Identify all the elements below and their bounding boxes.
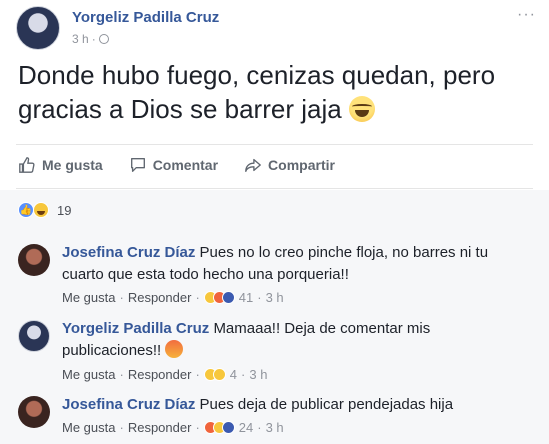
commenter-avatar[interactable] bbox=[18, 396, 50, 428]
post-body: Donde hubo fuego, cenizas quedan, pero g… bbox=[18, 60, 496, 124]
comment-body: Yorgeliz Padilla Cruz Mamaaa!! Deja de c… bbox=[62, 318, 532, 362]
comment-reactions[interactable] bbox=[203, 421, 235, 434]
comment-time[interactable]: 3 h bbox=[249, 367, 267, 382]
comment-reactions[interactable] bbox=[203, 368, 226, 381]
commenter-name[interactable]: Josefina Cruz Díaz bbox=[62, 244, 195, 261]
comment-reactions[interactable] bbox=[203, 291, 235, 304]
comment-meta: Me gusta · Responder · 41 · 3 h bbox=[62, 290, 284, 305]
like-label: Me gusta bbox=[42, 157, 103, 173]
sad-reaction-icon bbox=[221, 421, 235, 434]
haha-reaction-icon bbox=[33, 202, 49, 218]
comment-button[interactable]: Comentar bbox=[129, 156, 218, 174]
separator-dot: · bbox=[195, 420, 200, 435]
like-reaction-icon: 👍 bbox=[18, 202, 34, 218]
share-label: Compartir bbox=[268, 157, 335, 173]
separator-dot: · bbox=[119, 367, 124, 382]
comment-reactions-count: 4 bbox=[229, 367, 238, 382]
post-time[interactable]: 3 h bbox=[72, 32, 89, 46]
comment-reply-link[interactable]: Responder bbox=[128, 367, 192, 382]
separator-dot: · bbox=[119, 420, 124, 435]
separator-dot: · bbox=[119, 290, 124, 305]
separator-dot: · bbox=[195, 367, 200, 382]
sad-reaction-icon bbox=[221, 291, 235, 304]
comment-time[interactable]: 3 h bbox=[266, 290, 284, 305]
comment-meta: Me gusta · Responder · 24 · 3 h bbox=[62, 420, 284, 435]
comment-body: Josefina Cruz Díaz Pues no lo creo pinch… bbox=[62, 242, 532, 286]
comment-reactions-count: 41 bbox=[238, 290, 254, 305]
comment-like-link[interactable]: Me gusta bbox=[62, 290, 115, 305]
divider bbox=[16, 144, 533, 145]
comment-like-link[interactable]: Me gusta bbox=[62, 420, 115, 435]
post-header: Yorgeliz Padilla Cruz 3 h · ··· bbox=[16, 6, 536, 50]
author-avatar[interactable] bbox=[16, 6, 60, 50]
comment-time[interactable]: 3 h bbox=[266, 420, 284, 435]
separator-dot: · bbox=[257, 420, 262, 435]
laughing-emoji-icon bbox=[348, 96, 375, 122]
commenter-name[interactable]: Josefina Cruz Díaz bbox=[62, 396, 195, 413]
comment-reactions-count: 24 bbox=[238, 420, 254, 435]
comment-icon bbox=[130, 158, 145, 172]
commenter-avatar[interactable] bbox=[18, 244, 50, 276]
share-icon bbox=[245, 158, 261, 172]
comments-section: 👍 19 Josefina Cruz Díaz Pues no lo creo … bbox=[0, 190, 549, 444]
comment-like-link[interactable]: Me gusta bbox=[62, 367, 115, 382]
comment-label: Comentar bbox=[152, 157, 219, 173]
like-button[interactable]: Me gusta bbox=[18, 156, 103, 174]
separator-dot: · bbox=[241, 367, 246, 382]
post-meta: 3 h · bbox=[72, 32, 109, 46]
post-text: Donde hubo fuego, cenizas quedan, pero g… bbox=[18, 58, 538, 126]
share-button[interactable]: Compartir bbox=[244, 156, 335, 174]
post-actions: Me gusta Comentar Compartir bbox=[18, 156, 335, 174]
comment-reply-link[interactable]: Responder bbox=[128, 290, 192, 305]
reactions-summary[interactable]: 👍 19 bbox=[18, 202, 71, 218]
comment-text: Pues deja de publicar pendejadas hija bbox=[199, 396, 454, 413]
post-author-name[interactable]: Yorgeliz Padilla Cruz bbox=[72, 9, 219, 26]
comment-meta: Me gusta · Responder · 4 · 3 h bbox=[62, 367, 267, 382]
wow-reaction-icon bbox=[212, 368, 226, 381]
divider bbox=[16, 188, 533, 189]
separator-dot: · bbox=[195, 290, 200, 305]
globe-icon bbox=[98, 34, 109, 44]
separator-dot: · bbox=[91, 32, 96, 46]
thumbs-up-icon bbox=[19, 157, 35, 173]
reactions-count: 19 bbox=[57, 202, 72, 218]
commenter-name[interactable]: Yorgeliz Padilla Cruz bbox=[62, 320, 209, 337]
comment-body: Josefina Cruz Díaz Pues deja de publicar… bbox=[62, 394, 532, 416]
ellipsis-icon[interactable]: ··· bbox=[517, 6, 536, 24]
separator-dot: · bbox=[257, 290, 262, 305]
commenter-avatar[interactable] bbox=[18, 320, 50, 352]
angry-emoji-icon bbox=[165, 340, 184, 358]
comment-reply-link[interactable]: Responder bbox=[128, 420, 192, 435]
post-card: Yorgeliz Padilla Cruz 3 h · ··· Donde hu… bbox=[0, 0, 549, 444]
